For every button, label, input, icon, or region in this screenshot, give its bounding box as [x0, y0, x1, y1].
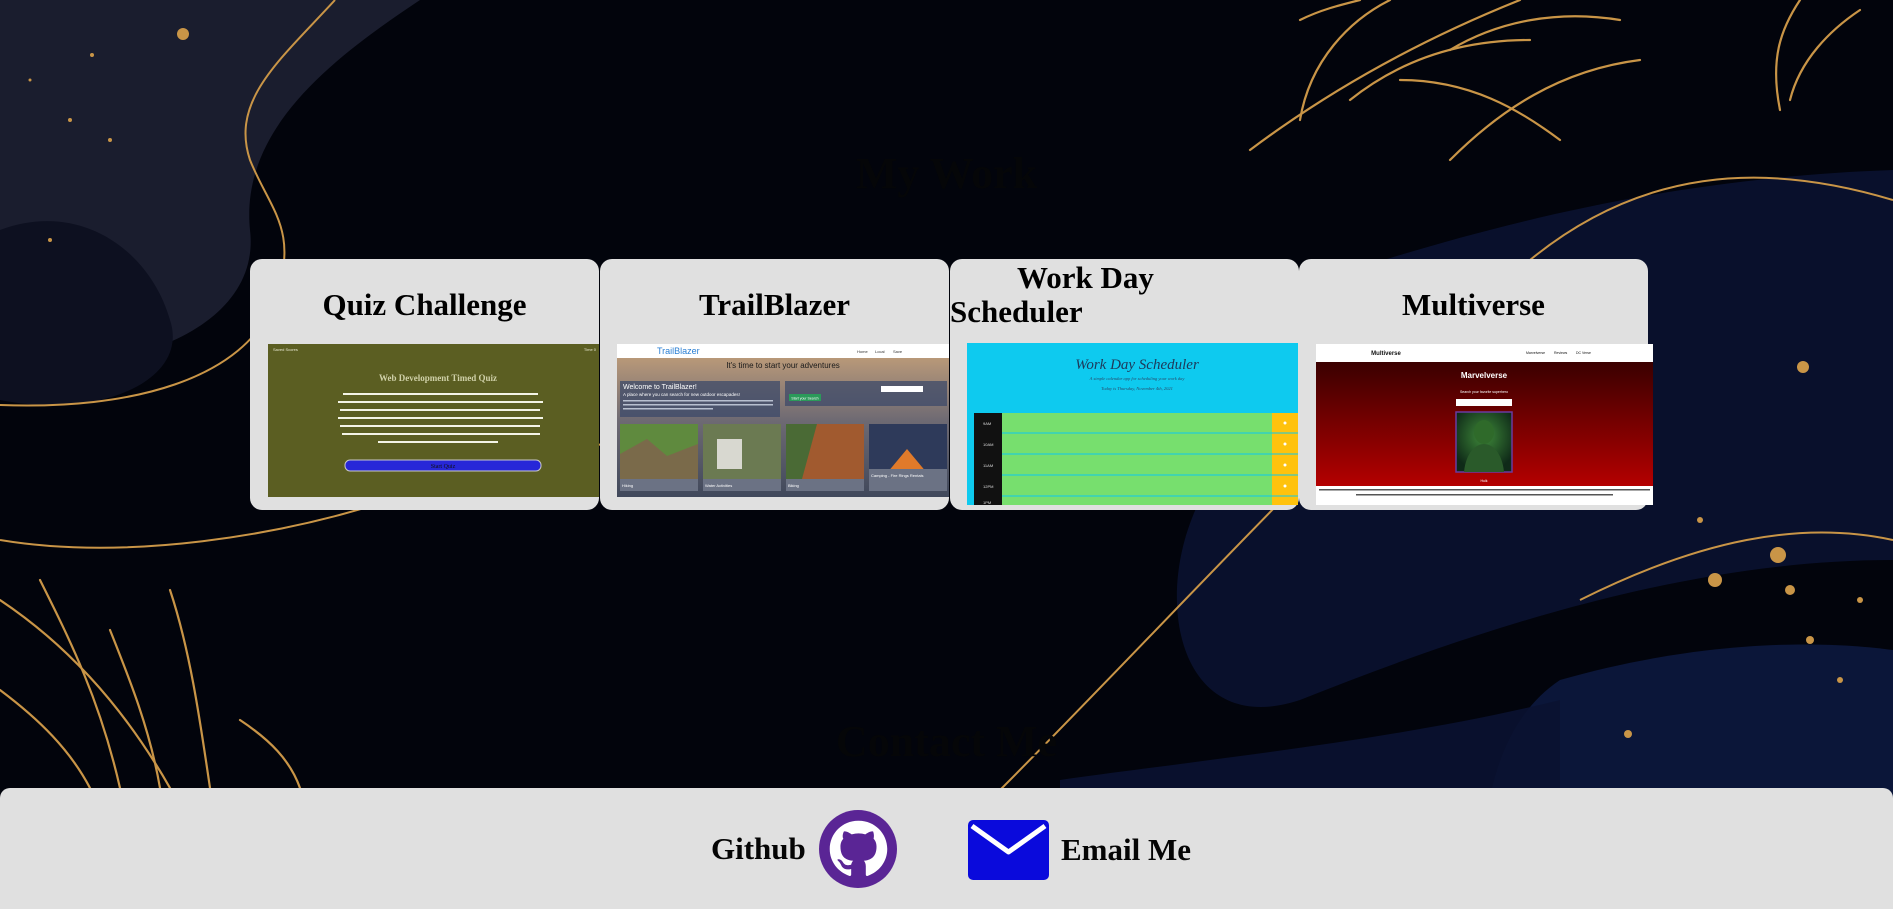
svg-text:Local: Local [875, 349, 885, 354]
svg-text:Water Activities: Water Activities [705, 483, 732, 488]
project-card-scheduler[interactable]: Work Day Scheduler Work Day Scheduler A s… [950, 259, 1299, 510]
svg-text:1PM: 1PM [983, 500, 991, 505]
svg-text:A place where you can search f: A place where you can search for new out… [623, 392, 740, 397]
project-screenshot-quiz[interactable]: Saved Scores Time 0 Web Development Time… [268, 344, 599, 497]
start-quiz-label: Start Quiz [431, 464, 456, 470]
contact-bar: Github Email Me [0, 788, 1893, 909]
svg-text:Camping - Fire Rings Rentals: Camping - Fire Rings Rentals [871, 473, 923, 478]
banner-text: It's time to start your adventures [726, 361, 840, 370]
project-card-quiz[interactable]: Quiz Challenge Saved Scores Time 0 Web D… [250, 259, 599, 510]
svg-text:Reviews: Reviews [1554, 351, 1567, 355]
svg-text:10AM: 10AM [983, 442, 993, 447]
contact-me-heading: Contact Me [835, 717, 1058, 766]
svg-text:9AM: 9AM [983, 421, 991, 426]
svg-text:Start your Search: Start your Search [791, 397, 818, 401]
project-title: Multiverse [1402, 287, 1545, 322]
project-card-multiverse[interactable]: Multiverse Multiverse Marvelverse Review… [1299, 259, 1653, 510]
project-screenshot-trailblazer[interactable]: TrailBlazer Home Local Save It's time to… [617, 344, 949, 497]
svg-text:Marvelverse: Marvelverse [1526, 351, 1545, 355]
multiverse-brand: Multiverse [1371, 351, 1401, 357]
project-title: Work Day Scheduler [950, 260, 1154, 329]
timer-text: Time 0 [584, 347, 597, 352]
project-title: Quiz Challenge [322, 287, 527, 322]
project-title: TrailBlazer [699, 287, 850, 322]
svg-text:Save: Save [893, 349, 903, 354]
svg-text:A simple calendar app for sche: A simple calendar app for scheduling you… [1089, 376, 1185, 381]
project-card-trailblazer[interactable]: TrailBlazer TrailBlazer Home Local Save … [600, 259, 949, 510]
github-link[interactable]: Github [711, 810, 897, 888]
svg-text:DC Verse: DC Verse [1576, 351, 1591, 355]
email-label: Email Me [1061, 832, 1191, 867]
project-screenshot-scheduler[interactable]: Work Day Scheduler A simple calendar app… [967, 343, 1298, 505]
scheduler-heading: Work Day Scheduler [1075, 357, 1199, 373]
quiz-heading: Web Development Timed Quiz [379, 373, 497, 383]
trailblazer-brand: TrailBlazer [657, 346, 700, 356]
svg-text:Hiking: Hiking [622, 483, 633, 488]
svg-text:Welcome to TrailBlazer!: Welcome to TrailBlazer! [623, 384, 697, 391]
svg-text:Search your favorite superhero: Search your favorite superhero [1460, 390, 1508, 394]
saved-scores-link: Saved Scores [273, 347, 298, 352]
email-link[interactable]: Email Me [968, 820, 1191, 880]
svg-text:Home: Home [857, 349, 868, 354]
svg-text:12PM: 12PM [983, 484, 993, 489]
github-label: Github [711, 831, 806, 866]
svg-text:Biking: Biking [788, 483, 799, 488]
marvelverse-heading: Marvelverse [1461, 371, 1508, 380]
project-screenshot-multiverse[interactable]: Multiverse Marvelverse Reviews DC Verse … [1316, 344, 1653, 505]
my-work-heading: My Work [855, 149, 1038, 198]
svg-text:Hulk: Hulk [1480, 479, 1487, 483]
envelope-icon [968, 820, 1049, 880]
svg-text:11AM: 11AM [983, 463, 993, 468]
projects-grid: Quiz Challenge Saved Scores Time 0 Web D… [250, 259, 1653, 510]
github-icon [818, 810, 897, 888]
